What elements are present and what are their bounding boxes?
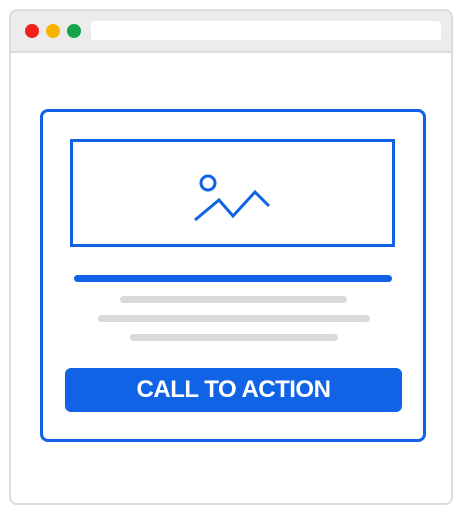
close-dot-icon[interactable] [25, 24, 39, 38]
image-icon-sun [199, 174, 217, 192]
image-icon [194, 174, 271, 222]
minimize-dot-icon[interactable] [46, 24, 60, 38]
image-icon-mountains [194, 189, 271, 222]
ad-card: CALL TO ACTION [40, 109, 426, 442]
browser-window: CALL TO ACTION [9, 9, 453, 505]
image-placeholder [70, 139, 395, 247]
body-text-placeholder-1 [120, 296, 347, 303]
call-to-action-button[interactable]: CALL TO ACTION [65, 368, 402, 412]
body-text-placeholder-2 [98, 315, 370, 322]
headline-placeholder [74, 275, 392, 282]
body-text-placeholder-3 [130, 334, 338, 341]
address-bar[interactable] [91, 21, 441, 40]
call-to-action-label: CALL TO ACTION [136, 376, 331, 403]
title-bar [11, 11, 451, 53]
maximize-dot-icon[interactable] [67, 24, 81, 38]
